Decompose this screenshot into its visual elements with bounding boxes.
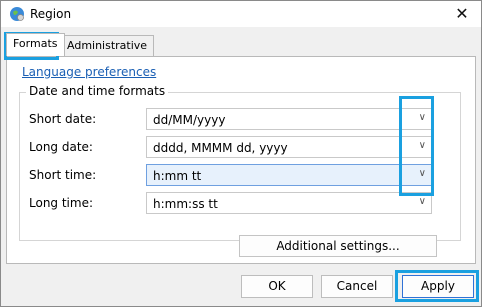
group-title: Date and time formats — [26, 84, 169, 98]
additional-settings-button[interactable]: Additional settings... — [239, 235, 437, 257]
long-date-dropdown[interactable]: dddd, MMMM dd, yyyy ∨ — [146, 136, 432, 158]
cancel-button[interactable]: Cancel — [321, 275, 393, 298]
long-date-label: Long date: — [29, 140, 93, 154]
chevron-down-icon: ∨ — [418, 140, 426, 151]
formats-panel: Language preferences Date and time forma… — [6, 56, 476, 264]
language-preferences-link[interactable]: Language preferences — [22, 65, 156, 79]
apply-button[interactable]: Apply — [402, 275, 474, 298]
short-date-label: Short date: — [29, 112, 97, 126]
ok-button[interactable]: OK — [241, 275, 313, 298]
short-date-dropdown[interactable]: dd/MM/yyyy ∨ — [146, 108, 432, 130]
title-bar: Region ✕ — [1, 1, 481, 27]
date-time-formats-group: Date and time formats Short date: dd/MM/… — [19, 84, 461, 241]
short-time-dropdown[interactable]: h:mm tt ∨ — [146, 164, 432, 186]
globe-icon — [10, 7, 24, 21]
close-icon[interactable]: ✕ — [447, 2, 477, 26]
short-time-label: Short time: — [29, 168, 97, 182]
tab-formats[interactable]: Formats — [6, 33, 65, 56]
tab-strip: Formats Administrative — [6, 33, 476, 57]
long-time-label: Long time: — [29, 196, 94, 210]
long-date-value: dddd, MMMM dd, yyyy — [153, 141, 288, 155]
region-dialog: Region ✕ Formats Administrative Language… — [0, 0, 482, 307]
short-time-value: h:mm tt — [153, 169, 202, 183]
long-time-value: h:mm:ss tt — [153, 197, 218, 211]
short-date-value: dd/MM/yyyy — [153, 113, 226, 127]
chevron-down-icon: ∨ — [418, 168, 426, 179]
tab-administrative[interactable]: Administrative — [60, 35, 155, 56]
chevron-down-icon: ∨ — [418, 112, 426, 123]
long-time-dropdown[interactable]: h:mm:ss tt ∨ — [146, 192, 432, 214]
chevron-down-icon: ∨ — [418, 196, 426, 207]
window-title: Region — [30, 7, 72, 21]
